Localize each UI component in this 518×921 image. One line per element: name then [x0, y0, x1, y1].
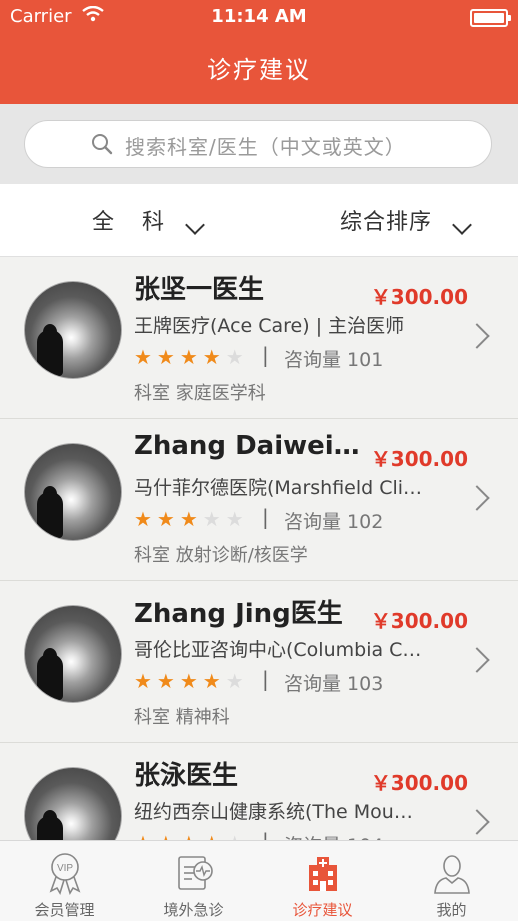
chevron-right-icon: [464, 485, 490, 511]
user-icon: [434, 855, 470, 894]
rating-stars: ★★★★★: [134, 507, 249, 531]
doctor-avatar: [24, 767, 122, 840]
doctor-department: 科室 精神科: [134, 707, 230, 728]
tab-label: 境外急诊: [163, 901, 224, 919]
doctor-name: 张泳医生: [134, 761, 239, 791]
doctor-avatar: [24, 605, 122, 703]
consult-count: 咨询量 101: [284, 349, 384, 371]
doctor-department: 科室 家庭医学科: [134, 383, 266, 404]
doctor-row[interactable]: 张泳医生 ￥300.00 纽约西奈山健康系统(The Mou… ★★★★★ | …: [0, 743, 518, 840]
tab-label: 诊疗建议: [292, 901, 353, 919]
doctor-avatar: [24, 281, 122, 379]
sort-filter[interactable]: 综合排序: [340, 204, 432, 236]
consult-count: 咨询量 103: [284, 673, 384, 695]
divider: |: [262, 667, 269, 691]
hospital-icon: [309, 857, 337, 891]
consult-count: 咨询量 102: [284, 511, 384, 533]
doctor-name: 张坚一医生: [134, 275, 265, 305]
status-bar: Carrier 11:14 AM: [0, 0, 518, 34]
search-area: 搜索科室/医生（中文或英文）: [0, 104, 518, 184]
divider: |: [262, 829, 269, 840]
doctor-avatar: [24, 443, 122, 541]
tab-mine[interactable]: 我的: [387, 841, 516, 921]
doctor-price: ￥300.00: [370, 609, 468, 633]
rating-stars: ★★★★★: [134, 345, 249, 369]
tab-overseas-emergency[interactable]: 境外急诊: [129, 841, 258, 921]
chevron-right-icon: [464, 809, 490, 835]
doctor-row[interactable]: Zhang Daiwei… ￥300.00 马什菲尔德医院(Marshfield…: [0, 419, 518, 581]
doctor-name: Zhang Jing医生: [134, 599, 343, 629]
divider: |: [262, 343, 269, 367]
emergency-record-icon: [178, 856, 213, 890]
department-filter[interactable]: 全科: [92, 204, 192, 236]
tab-membership[interactable]: VIP 会员管理: [0, 841, 129, 921]
search-placeholder: 搜索科室/医生（中文或英文）: [125, 135, 406, 159]
consult-count: 咨询量 104: [284, 831, 383, 840]
chevron-right-icon: [464, 647, 490, 673]
doctor-hospital: 哥伦比亚咨询中心(Columbia C…: [134, 639, 422, 661]
doctor-row[interactable]: 张坚一医生 ￥300.00 王牌医疗(Ace Care) | 主治医师 ★★★★…: [0, 257, 518, 419]
doctor-department: 科室 放射诊断/核医学: [134, 545, 308, 566]
doctor-hospital: 王牌医疗(Ace Care) | 主治医师: [134, 315, 405, 337]
vip-badge-icon: VIP: [49, 853, 81, 895]
tab-bar: VIP 会员管理 境外急诊 诊疗建议 我的: [0, 840, 518, 921]
rating-stars: ★★★★★: [134, 669, 249, 693]
doctor-price: ￥300.00: [370, 771, 468, 795]
divider: |: [262, 505, 269, 529]
battery-icon: [470, 9, 511, 27]
doctor-hospital: 纽约西奈山健康系统(The Mou…: [134, 801, 413, 823]
tab-treatment-advice[interactable]: 诊疗建议: [258, 841, 387, 921]
doctor-name: Zhang Daiwei…: [134, 431, 360, 461]
search-input[interactable]: 搜索科室/医生（中文或英文）: [24, 120, 492, 168]
filter-bar: 全科 综合排序: [0, 184, 518, 257]
doctor-row[interactable]: Zhang Jing医生 ￥300.00 哥伦比亚咨询中心(Columbia C…: [0, 581, 518, 743]
rating-stars: ★★★★★: [134, 831, 249, 840]
chevron-right-icon: [464, 323, 490, 349]
doctor-price: ￥300.00: [370, 285, 468, 309]
tab-label: 会员管理: [34, 901, 95, 919]
doctor-list: 张坚一医生 ￥300.00 王牌医疗(Ace Care) | 主治医师 ★★★★…: [0, 257, 518, 840]
doctor-hospital: 马什菲尔德医院(Marshfield Cli…: [134, 477, 423, 499]
svg-text:VIP: VIP: [57, 863, 73, 874]
nav-header: Carrier 11:14 AM 诊疗建议: [0, 0, 518, 104]
page-title: 诊疗建议: [207, 56, 311, 84]
chevron-down-icon: [452, 215, 472, 235]
tab-label: 我的: [436, 901, 467, 919]
doctor-price: ￥300.00: [370, 447, 468, 471]
clock: 11:14 AM: [211, 6, 307, 27]
search-icon: [92, 134, 113, 155]
